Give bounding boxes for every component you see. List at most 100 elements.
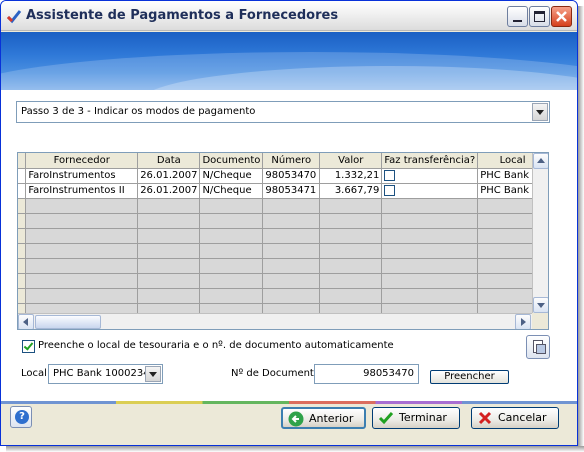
payments-table: Fornecedor Data Documento Número Valor F…: [18, 153, 548, 319]
empty-cell: [381, 258, 479, 274]
empty-cell: [262, 228, 321, 244]
empty-cell: [199, 273, 264, 289]
empty-cell: [381, 288, 479, 304]
empty-row: [18, 228, 548, 244]
empty-cell: [262, 258, 321, 274]
maximize-button[interactable]: [529, 6, 550, 27]
empty-cell: [319, 228, 383, 244]
row-header[interactable]: [18, 183, 27, 199]
empty-cell: [319, 213, 383, 229]
auto-fill-checkbox[interactable]: [22, 340, 35, 353]
empty-cell: [137, 228, 201, 244]
column-header[interactable]: Documento: [199, 153, 264, 169]
empty-cell: [25, 288, 139, 304]
back-button[interactable]: Anterior: [281, 407, 366, 429]
empty-cell: [137, 198, 201, 214]
empty-cell: [199, 288, 264, 304]
doc-number-input[interactable]: 98053470: [314, 364, 419, 384]
local-label: Local: [21, 368, 47, 379]
column-header[interactable]: Faz transferência?: [381, 153, 479, 169]
row-header: [18, 228, 27, 244]
scroll-up-button[interactable]: [533, 153, 548, 169]
transfer-checkbox[interactable]: [384, 184, 396, 196]
step-dropdown-button[interactable]: [532, 103, 548, 121]
local-dropdown-button[interactable]: [145, 366, 161, 382]
cell-fornecedor[interactable]: FaroInstrumentos II: [25, 183, 139, 199]
document-copy-icon: [536, 344, 546, 354]
empty-cell: [262, 288, 321, 304]
copy-button[interactable]: [526, 335, 550, 359]
cell-faz-transferencia[interactable]: [381, 168, 479, 184]
empty-cell: [262, 243, 321, 259]
cell-numero[interactable]: 98053470: [262, 168, 321, 184]
cell-valor[interactable]: 3.667,79: [319, 183, 383, 199]
scroll-down-button[interactable]: [533, 297, 548, 313]
scroll-right-button[interactable]: [515, 314, 531, 329]
horizontal-scroll-thumb[interactable]: [35, 315, 101, 329]
cell-faz-transferencia[interactable]: [381, 183, 479, 199]
cancel-x-icon: [478, 411, 492, 425]
scroll-left-button[interactable]: [18, 314, 34, 329]
empty-row: [18, 243, 548, 259]
empty-row: [18, 273, 548, 289]
empty-row: [18, 288, 548, 304]
minimize-button[interactable]: [507, 6, 528, 27]
window-title: Assistente de Pagamentos a Fornecedores: [26, 8, 339, 23]
window-shadow: [578, 6, 584, 452]
empty-cell: [199, 258, 264, 274]
column-header[interactable]: Fornecedor: [25, 153, 139, 169]
cell-documento[interactable]: N/Cheque: [199, 183, 264, 199]
cell-data[interactable]: 26.01.2007: [137, 168, 201, 184]
chevron-down-icon: [536, 110, 544, 115]
close-button[interactable]: [551, 6, 572, 27]
empty-cell: [381, 228, 479, 244]
horizontal-scrollbar[interactable]: [18, 313, 532, 329]
cell-documento[interactable]: N/Cheque: [199, 168, 264, 184]
minimize-icon: [513, 20, 522, 22]
empty-cell: [381, 213, 479, 229]
row-header[interactable]: [18, 168, 27, 184]
column-header[interactable]: Valor: [319, 153, 383, 169]
arrow-up-icon: [537, 158, 545, 163]
empty-cell: [25, 258, 139, 274]
fill-button[interactable]: Preencher: [430, 370, 509, 384]
empty-cell: [262, 273, 321, 289]
arrow-left-icon: [23, 318, 28, 326]
row-header: [18, 243, 27, 259]
cell-numero[interactable]: 98053471: [262, 183, 321, 199]
empty-cell: [262, 213, 321, 229]
auto-fill-label: Preenche o local de tesouraria e o nº. d…: [38, 340, 394, 351]
title-bar[interactable]: Assistente de Pagamentos a Fornecedores: [1, 1, 577, 31]
empty-cell: [199, 213, 264, 229]
cancel-button-label: Cancelar: [498, 411, 547, 424]
finish-button[interactable]: Terminar: [372, 407, 460, 429]
cancel-button[interactable]: Cancelar: [471, 407, 559, 429]
empty-cell: [137, 288, 201, 304]
column-header[interactable]: Número: [262, 153, 321, 169]
empty-cell: [319, 258, 383, 274]
row-header: [18, 258, 27, 274]
back-button-label: Anterior: [309, 412, 354, 425]
table-row[interactable]: FaroInstrumentos II 26.01.2007 N/Cheque …: [18, 183, 548, 199]
cell-data[interactable]: 26.01.2007: [137, 183, 201, 199]
content-panel: Passo 3 de 3 - Indicar os modos de pagam…: [1, 90, 577, 401]
header-banner: [1, 32, 577, 90]
empty-cell: [381, 243, 479, 259]
empty-cell: [319, 198, 383, 214]
vertical-scrollbar[interactable]: [532, 153, 548, 313]
column-header[interactable]: Data: [137, 153, 201, 169]
local-select[interactable]: PHC Bank 10002340: [48, 364, 163, 384]
empty-cell: [25, 243, 139, 259]
cell-valor[interactable]: 1.332,21: [319, 168, 383, 184]
step-select[interactable]: Passo 3 de 3 - Indicar os modos de pagam…: [16, 101, 550, 123]
local-select-value: PHC Bank 10002340: [53, 368, 148, 379]
payments-grid[interactable]: Fornecedor Data Documento Número Valor F…: [17, 152, 549, 330]
doc-number-value: 98053470: [363, 368, 414, 379]
empty-row: [18, 198, 548, 214]
transfer-checkbox[interactable]: [384, 169, 396, 181]
checkmark-icon: [378, 412, 394, 425]
help-button[interactable]: ?: [10, 406, 32, 428]
table-row[interactable]: FaroInstrumentos 26.01.2007 N/Cheque 980…: [18, 168, 548, 184]
app-icon: [6, 10, 22, 24]
cell-fornecedor[interactable]: FaroInstrumentos: [25, 168, 139, 184]
